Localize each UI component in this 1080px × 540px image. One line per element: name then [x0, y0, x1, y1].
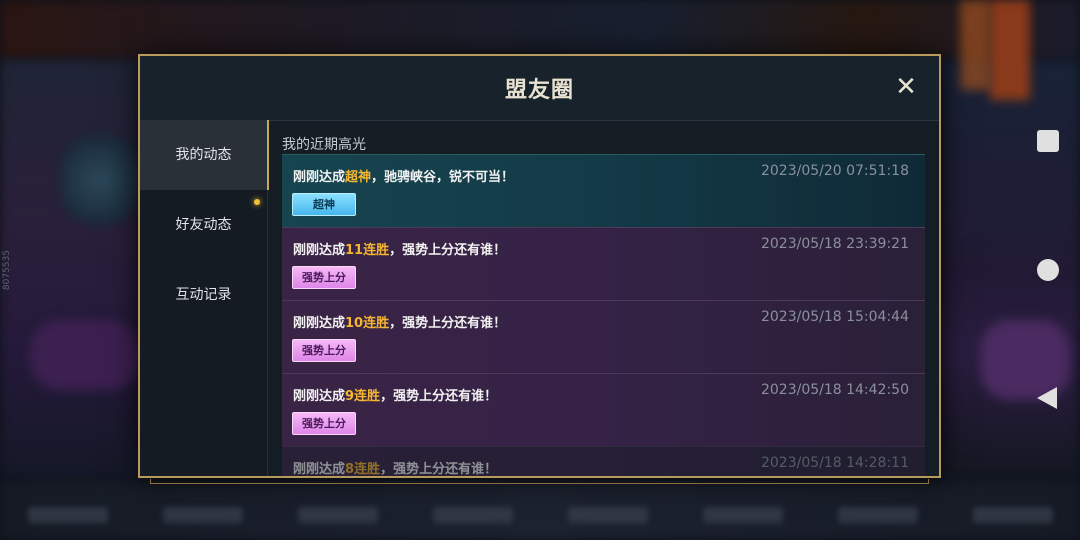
- tab-interaction-records[interactable]: 互动记录: [140, 260, 267, 330]
- content-area: 我的近期高光 刚刚达成超神，驰骋峡谷，锐不可当！ 2023/05/20 07:5…: [280, 120, 925, 476]
- close-icon[interactable]: ✕: [893, 74, 919, 100]
- tab-my-activity[interactable]: 我的动态: [140, 120, 269, 190]
- entry-time: 2023/05/18 15:04:44: [760, 309, 909, 325]
- entry-headline: 刚刚达成9连胜，强势上分还有谁！: [293, 389, 498, 404]
- dialog-title: 盟友圈: [504, 78, 574, 103]
- section-title: 我的近期高光: [282, 137, 366, 153]
- entry-time: 2023/05/18 14:42:50: [760, 382, 909, 398]
- list-item: 刚刚达成9连胜，强势上分还有谁！ 2023/05/18 14:42:50 强势上…: [282, 373, 925, 446]
- side-code: 8075535: [2, 250, 12, 291]
- list-item: 刚刚达成超神，驰骋峡谷，锐不可当！ 2023/05/20 07:51:18 超神: [282, 154, 925, 227]
- ally-circle-dialog: 盟友圈 ✕ 我的动态 好友动态 互动记录 我的近期高光 刚刚达成超神，驰骋峡谷，…: [138, 54, 941, 484]
- list-item: 刚刚达成8连胜，强势上分还有谁！ 2023/05/18 14:28:11: [282, 446, 925, 476]
- blurred-bottom-bar: [0, 490, 1080, 540]
- entry-badge: 强势上分: [292, 412, 356, 435]
- back-triangle-icon[interactable]: [1037, 387, 1057, 409]
- recent-apps-square-icon[interactable]: [1037, 130, 1059, 152]
- entry-badge: 强势上分: [292, 266, 356, 289]
- entry-time: 2023/05/18 23:39:21: [760, 236, 909, 252]
- entry-badge: 超神: [292, 193, 356, 216]
- tab-friend-activity[interactable]: 好友动态: [140, 190, 267, 260]
- entry-time: 2023/05/18 14:28:11: [760, 455, 909, 471]
- entry-headline: 刚刚达成8连胜，强势上分还有谁！: [293, 462, 498, 476]
- sidebar: 我的动态 好友动态 互动记录: [140, 120, 269, 476]
- notification-dot-icon: [254, 199, 260, 205]
- dialog-header: 盟友圈 ✕: [140, 56, 939, 121]
- entry-headline: 刚刚达成10连胜，强势上分还有谁！: [293, 316, 507, 331]
- entry-time: 2023/05/20 07:51:18: [760, 163, 909, 179]
- list-item: 刚刚达成10连胜，强势上分还有谁！ 2023/05/18 15:04:44 强势…: [282, 300, 925, 373]
- entry-headline: 刚刚达成超神，驰骋峡谷，锐不可当！: [293, 170, 515, 185]
- list-item: 刚刚达成11连胜，强势上分还有谁！ 2023/05/18 23:39:21 强势…: [282, 227, 925, 300]
- entry-badge: 强势上分: [292, 339, 356, 362]
- home-circle-icon[interactable]: [1037, 259, 1059, 281]
- entry-headline: 刚刚达成11连胜，强势上分还有谁！: [293, 243, 507, 258]
